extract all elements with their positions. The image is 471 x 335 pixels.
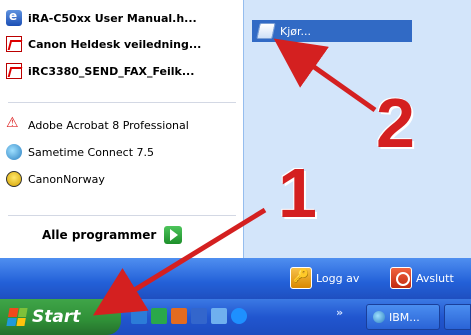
- recent-item-acrobat[interactable]: Adobe Acrobat 8 Professional: [6, 112, 189, 138]
- windows-flag-icon: [6, 308, 28, 326]
- document-quicklaunch-icon[interactable]: [211, 308, 227, 324]
- all-programs-button[interactable]: Alle programmer: [42, 226, 183, 244]
- powerpoint-quicklaunch-icon[interactable]: [171, 308, 187, 324]
- green-arrow-icon: [164, 226, 183, 244]
- menu-separator: [8, 102, 236, 103]
- acrobat-icon: [6, 115, 22, 133]
- pinned-item-label: iRA-C50xx User Manual.h...: [28, 11, 197, 25]
- annotation-number-2: 2: [376, 84, 415, 162]
- pinned-item-label: Canon Heldesk veiledning...: [28, 37, 202, 51]
- sametime-icon: [6, 144, 22, 160]
- shut-down-label: Avslutt: [416, 271, 454, 285]
- start-menu-programs-pane: iRA-C50xx User Manual.h... Canon Heldesk…: [0, 0, 244, 258]
- excel-quicklaunch-icon[interactable]: [151, 308, 167, 324]
- menu-separator: [8, 215, 236, 216]
- log-off-button[interactable]: Logg av: [290, 267, 359, 289]
- web-document-icon: [6, 9, 22, 26]
- sametime-icon: [373, 311, 385, 323]
- recent-item-label: Sametime Connect 7.5: [28, 145, 155, 159]
- run-menu-item[interactable]: Kjør...: [252, 20, 412, 42]
- pdf-icon: [6, 36, 22, 52]
- taskbar-button-label: IBM...: [389, 310, 420, 324]
- browser-quicklaunch-icon[interactable]: [131, 308, 147, 324]
- annotation-number-1: 1: [278, 154, 317, 232]
- recent-item-label: Adobe Acrobat 8 Professional: [28, 118, 189, 132]
- run-label: Kjør...: [280, 24, 312, 38]
- internet-explorer-quicklaunch-icon[interactable]: [231, 308, 247, 324]
- shut-down-button[interactable]: Avslutt: [390, 267, 454, 289]
- start-menu-footer: Logg av Avslutt: [0, 258, 471, 299]
- pinned-item-label: iRC3380_SEND_FAX_Feilk...: [28, 64, 195, 78]
- start-button[interactable]: Start: [0, 299, 121, 335]
- pinned-item-send-fax[interactable]: iRC3380_SEND_FAX_Feilk...: [6, 58, 194, 84]
- start-label: Start: [32, 307, 81, 327]
- taskbar: Start » IBM...: [0, 299, 471, 335]
- pinned-item-heldesk[interactable]: Canon Heldesk veiledning...: [6, 31, 201, 57]
- recent-item-label: CanonNorway: [28, 172, 105, 186]
- all-programs-label: Alle programmer: [42, 228, 157, 242]
- recent-item-canon[interactable]: CanonNorway: [6, 166, 105, 192]
- word-quicklaunch-icon[interactable]: [191, 308, 207, 324]
- pinned-item-user-manual[interactable]: iRA-C50xx User Manual.h...: [6, 5, 197, 31]
- run-icon: [256, 23, 276, 39]
- power-icon: [390, 267, 412, 289]
- log-off-label: Logg av: [316, 271, 360, 285]
- taskbar-button-partial[interactable]: [444, 304, 471, 330]
- key-icon: [290, 267, 312, 289]
- taskbar-button-ibm[interactable]: IBM...: [366, 304, 440, 330]
- recent-item-sametime[interactable]: Sametime Connect 7.5: [6, 139, 154, 165]
- pdf-icon: [6, 63, 22, 79]
- quicklaunch-chevron[interactable]: »: [336, 306, 343, 319]
- canon-icon: [6, 171, 22, 187]
